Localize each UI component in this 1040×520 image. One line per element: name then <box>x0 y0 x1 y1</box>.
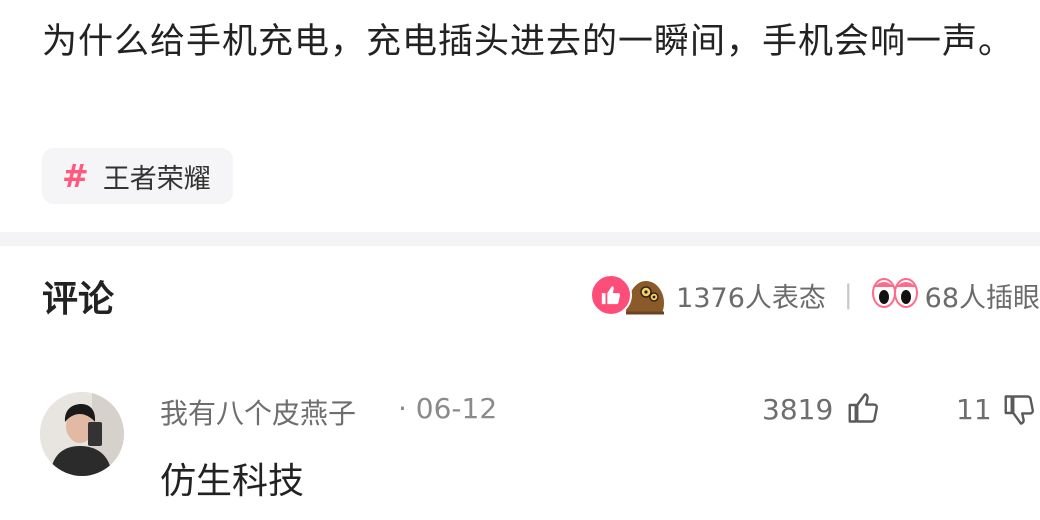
section-divider <box>0 232 1040 246</box>
post-title: 为什么给手机充电，充电插头进去的一瞬间，手机会响一声。 <box>42 22 1015 62</box>
comment-author[interactable]: 我有八个皮燕子 <box>160 392 356 432</box>
thumb-up-icon[interactable] <box>846 390 882 426</box>
reaction-count: 1376人表态 <box>676 282 826 314</box>
comments-heading: 评论 <box>42 279 115 320</box>
avatar[interactable] <box>40 392 124 476</box>
eyes-icon <box>871 278 918 308</box>
topic-tag[interactable]: # 王者荣耀 <box>42 148 233 204</box>
separator: | <box>843 280 853 310</box>
hash-icon: # <box>62 157 89 195</box>
reaction-summary[interactable]: 1376人表态 | 68人插眼 <box>590 270 1040 320</box>
dislike-count: 11 <box>956 393 992 426</box>
like-count: 3819 <box>762 393 834 426</box>
comment-text: 仿生科技 <box>160 461 305 502</box>
thumb-down-icon[interactable] <box>1002 392 1038 428</box>
thumb-up-badge-icon <box>590 274 633 316</box>
watchers-count: 68人插眼 <box>924 282 1040 314</box>
topic-tag-label: 王者荣耀 <box>102 163 211 195</box>
comment-date: · 06-12 <box>398 392 498 425</box>
